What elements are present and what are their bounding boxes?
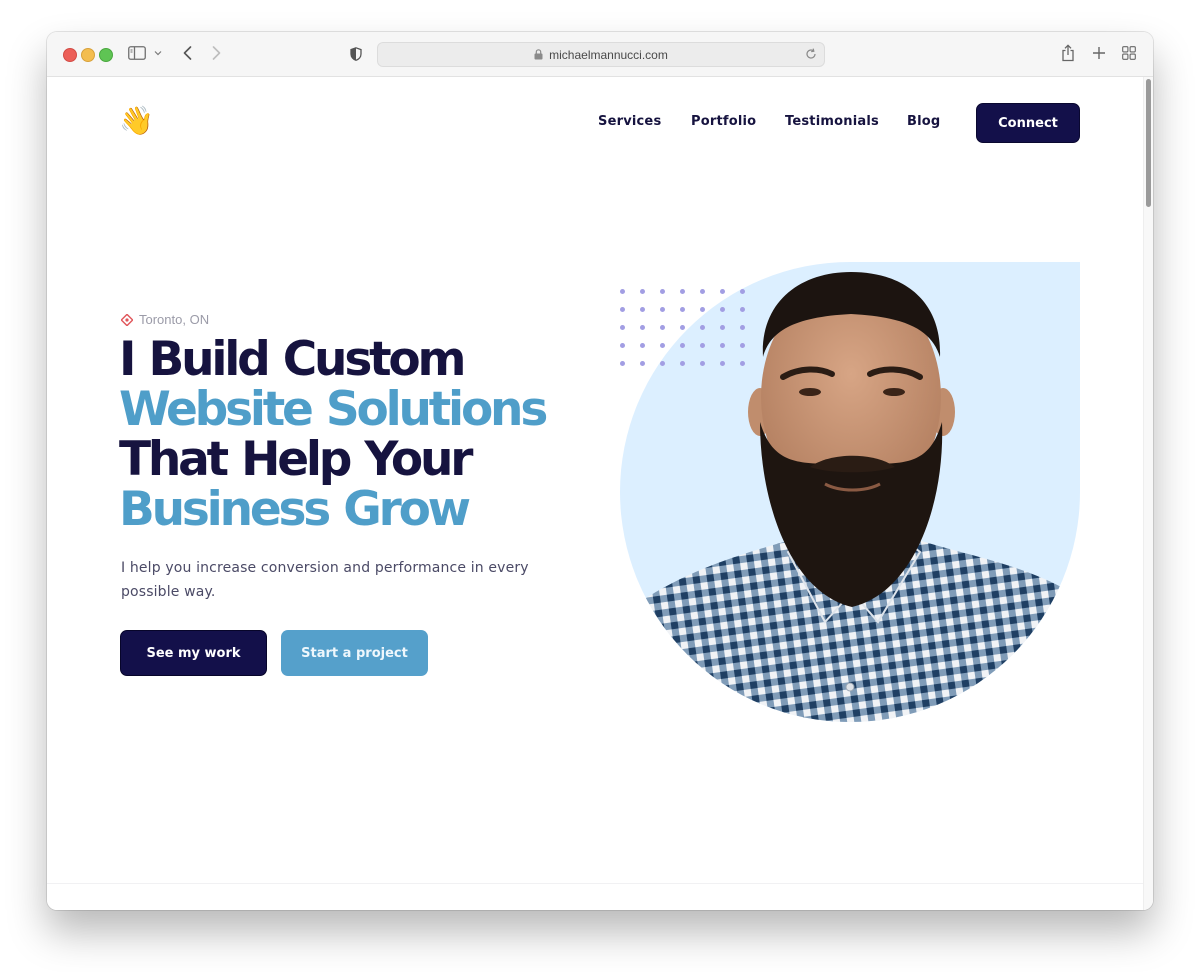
decorative-dot [720,343,725,348]
decorative-dot [640,307,645,312]
decorative-dot [640,343,645,348]
decorative-dot [700,361,705,366]
main-nav: Services Portfolio Testimonials Blog Con… [47,103,1153,143]
start-a-project-button[interactable]: Start a project [281,630,428,676]
decorative-dot [680,289,685,294]
decorative-dot [700,307,705,312]
decorative-dot [700,343,705,348]
decorative-dot [720,307,725,312]
hero-headline: I Build Custom Website Solutions That He… [119,332,548,537]
nav-link-testimonials[interactable]: Testimonials [785,114,879,129]
decorative-dot [700,325,705,330]
page-scrollbar[interactable] [1143,77,1153,910]
decorative-dot [640,361,645,366]
nav-link-services[interactable]: Services [598,114,661,129]
browser-window: michaelmannucci.com 👋 Services Portfolio… [47,32,1153,910]
dot-pattern-decoration [620,289,745,366]
hero-subtitle: I help you increase conversion and perfo… [121,560,529,600]
decorative-dot [620,343,625,348]
location-label: Toronto, ON [120,312,210,327]
location-pin-icon [120,312,134,327]
nav-link-portfolio[interactable]: Portfolio [691,114,756,129]
decorative-dot [680,343,685,348]
decorative-dot [660,307,665,312]
decorative-dot [740,289,745,294]
minimize-window-button[interactable] [81,48,95,62]
decorative-dot [620,361,625,366]
decorative-dot [680,307,685,312]
headline-line-4: Business Grow [119,482,471,537]
browser-toolbar: michaelmannucci.com [47,32,1153,77]
address-bar[interactable]: michaelmannucci.com [377,42,825,67]
decorative-dot [660,289,665,294]
decorative-dot [720,289,725,294]
decorative-dot [720,325,725,330]
url-text: michaelmannucci.com [549,47,668,62]
decorative-dot [660,343,665,348]
close-window-button[interactable] [63,48,77,62]
chevron-down-icon[interactable] [153,46,163,60]
decorative-dot [720,361,725,366]
hero-portrait [620,262,1080,722]
decorative-dot [640,289,645,294]
back-arrow-icon[interactable] [179,44,195,62]
decorative-dot [740,361,745,366]
decorative-dot [680,361,685,366]
location-text: Toronto, ON [139,312,210,327]
share-icon[interactable] [1060,43,1076,63]
headline-line-3: That Help Your [119,432,473,487]
lock-icon [534,49,544,60]
zoom-window-button[interactable] [99,48,113,62]
decorative-dot [660,325,665,330]
see-my-work-button[interactable]: See my work [120,630,267,676]
reload-icon[interactable] [804,47,818,61]
sidebar-icon[interactable] [128,45,146,61]
grid-icon[interactable] [1121,45,1137,61]
decorative-dot [740,343,745,348]
headline-line-2: Website Solutions [119,382,548,437]
decorative-dot [620,325,625,330]
decorative-dot [620,289,625,294]
headline-line-1: I Build Custom [119,332,466,387]
decorative-dot [660,361,665,366]
page-viewport: 👋 Services Portfolio Testimonials Blog C… [47,77,1153,910]
decorative-dot [640,325,645,330]
nav-link-blog[interactable]: Blog [907,114,940,129]
forward-arrow-icon[interactable] [208,44,224,62]
shield-icon[interactable] [349,45,363,63]
decorative-dot [620,307,625,312]
section-divider [47,883,1143,884]
decorative-dot [740,307,745,312]
scrollbar-thumb[interactable] [1146,79,1151,207]
connect-button[interactable]: Connect [976,103,1080,143]
decorative-dot [680,325,685,330]
decorative-dot [740,325,745,330]
decorative-dot [700,289,705,294]
plus-icon[interactable] [1090,44,1108,62]
